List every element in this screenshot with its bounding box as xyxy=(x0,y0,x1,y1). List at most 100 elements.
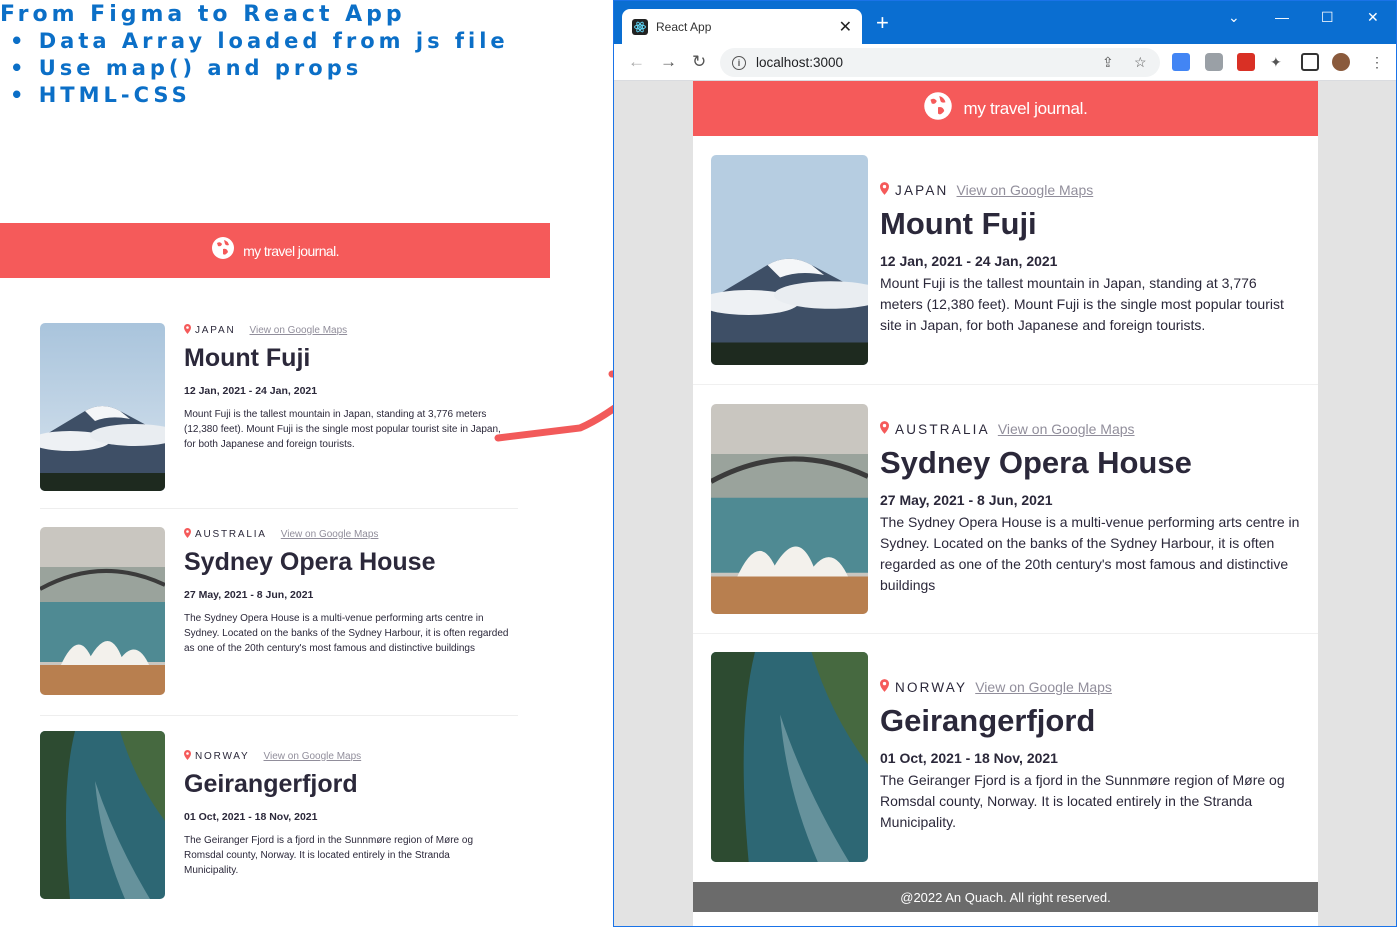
brand-name: my travel journal. xyxy=(963,98,1088,118)
camera-extension-icon[interactable] xyxy=(1205,53,1223,71)
menu-icon[interactable]: ⋮ xyxy=(1370,54,1384,71)
google-maps-link[interactable]: View on Google Maps xyxy=(250,325,348,336)
back-icon[interactable]: ← xyxy=(628,52,645,72)
trip-location: JAPAN View on Google Maps xyxy=(880,181,1310,199)
geirangerfjord-photo xyxy=(711,652,868,862)
translate-extension-icon[interactable] xyxy=(1172,53,1190,71)
forward-icon[interactable]: → xyxy=(660,52,677,72)
tab-react-app[interactable]: React App ✕ xyxy=(622,9,862,44)
trip-info: NORWAY View on Google Maps Geirangerfjor… xyxy=(184,731,518,878)
google-maps-link[interactable]: View on Google Maps xyxy=(998,421,1135,437)
sydney-opera-house-photo xyxy=(40,527,165,695)
google-maps-link[interactable]: View on Google Maps xyxy=(281,529,379,540)
trip-description: Mount Fuji is the tallest mountain in Ja… xyxy=(184,409,501,450)
trip-location: AUSTRALIA View on Google Maps xyxy=(184,527,518,541)
geirangerfjord-photo xyxy=(40,731,165,899)
bookmark-star-icon[interactable]: ☆ xyxy=(1134,54,1147,71)
trip-country: NORWAY xyxy=(195,750,250,762)
extension-icon[interactable] xyxy=(1237,53,1255,71)
divider xyxy=(693,633,1318,634)
trip-country: AUSTRALIA xyxy=(195,528,267,540)
figma-card-sydney: AUSTRALIA View on Google Maps Sydney Ope… xyxy=(40,527,518,695)
trip-title: Mount Fuji xyxy=(184,344,311,372)
annotation-bullet: • Data Array loaded from js file xyxy=(10,29,509,53)
trip-dates: 01 Oct, 2021 - 18 Nov, 2021 xyxy=(184,811,318,823)
trip-dates: 01 Oct, 2021 - 18 Nov, 2021 xyxy=(880,750,1058,766)
figma-card-geirangerfjord: NORWAY View on Google Maps Geirangerfjor… xyxy=(40,731,518,899)
divider xyxy=(40,508,518,509)
mount-fuji-photo xyxy=(711,155,868,365)
trip-location: AUSTRALIA View on Google Maps xyxy=(880,420,1310,438)
close-window-button[interactable]: ✕ xyxy=(1367,9,1379,26)
trip-info: AUSTRALIA View on Google Maps Sydney Ope… xyxy=(880,420,1310,596)
map-pin-icon xyxy=(184,527,191,541)
trip-dates: 27 May, 2021 - 8 Jun, 2021 xyxy=(880,492,1053,508)
divider xyxy=(40,715,518,716)
share-icon[interactable]: ⇪ xyxy=(1102,54,1114,71)
trip-country: NORWAY xyxy=(895,679,968,695)
mount-fuji-photo xyxy=(40,323,165,491)
trip-country: JAPAN xyxy=(895,182,949,198)
map-pin-icon xyxy=(184,323,191,337)
reload-icon[interactable]: ↻ xyxy=(692,52,706,72)
google-maps-link[interactable]: View on Google Maps xyxy=(975,679,1112,695)
divider xyxy=(693,384,1318,385)
annotation-title: From Figma to React App xyxy=(0,2,406,27)
app-page: my travel journal. JAPAN View on Google xyxy=(693,81,1318,926)
map-pin-icon xyxy=(880,421,889,437)
globe-icon xyxy=(211,236,235,265)
trip-info: AUSTRALIA View on Google Maps Sydney Ope… xyxy=(184,527,518,656)
trip-info: NORWAY View on Google Maps Geirangerfjor… xyxy=(880,678,1310,833)
map-pin-icon xyxy=(880,182,889,198)
google-maps-link[interactable]: View on Google Maps xyxy=(264,751,362,762)
trip-title: Geirangerfjord xyxy=(184,770,358,798)
trip-info: JAPAN View on Google Maps Mount Fuji 12 … xyxy=(184,323,518,452)
minimize-button[interactable]: — xyxy=(1275,9,1289,25)
sydney-opera-house-photo xyxy=(711,404,868,614)
trip-dates: 27 May, 2021 - 8 Jun, 2021 xyxy=(184,589,314,601)
trip-location: NORWAY View on Google Maps xyxy=(184,749,518,763)
trip-title: Sydney Opera House xyxy=(880,445,1192,480)
trip-card-sydney: AUSTRALIA View on Google Maps Sydney Ope… xyxy=(711,404,1301,614)
footer: @2022 An Quach. All right reserved. xyxy=(693,882,1318,912)
trip-location: NORWAY View on Google Maps xyxy=(880,678,1310,696)
trip-card-geirangerfjord: NORWAY View on Google Maps Geirangerfjor… xyxy=(711,652,1301,862)
address-bar[interactable]: i localhost:3000 xyxy=(720,48,1160,77)
puzzle-icon[interactable]: ✦ xyxy=(1270,54,1282,71)
trip-dates: 12 Jan, 2021 - 24 Jan, 2021 xyxy=(184,385,318,397)
site-info-icon[interactable]: i xyxy=(732,55,746,70)
maximize-button[interactable]: ☐ xyxy=(1321,9,1334,26)
tab-bar: React App ✕ + ⌄ — ☐ ✕ xyxy=(614,1,1396,44)
trip-dates: 12 Jan, 2021 - 24 Jan, 2021 xyxy=(880,253,1058,269)
trip-description: The Geiranger Fjord is a fjord in the Su… xyxy=(880,772,1285,830)
globe-icon xyxy=(923,91,953,126)
trip-title: Mount Fuji xyxy=(880,206,1037,241)
trip-location: JAPAN View on Google Maps xyxy=(184,323,518,337)
google-maps-link[interactable]: View on Google Maps xyxy=(957,182,1094,198)
map-pin-icon xyxy=(184,749,191,763)
brand-name: my travel journal. xyxy=(243,242,339,259)
figma-card-mount-fuji: JAPAN View on Google Maps Mount Fuji 12 … xyxy=(40,323,518,491)
tab-title: React App xyxy=(656,19,712,34)
url-text: localhost:3000 xyxy=(756,55,844,70)
tab-search-icon[interactable]: ⌄ xyxy=(1228,9,1240,26)
trip-card-mount-fuji: JAPAN View on Google Maps Mount Fuji 12 … xyxy=(711,155,1301,365)
trip-description: Mount Fuji is the tallest mountain in Ja… xyxy=(880,275,1284,333)
map-pin-icon xyxy=(880,679,889,695)
close-tab-icon[interactable]: ✕ xyxy=(839,17,852,37)
side-panel-icon[interactable] xyxy=(1301,53,1319,71)
trip-info: JAPAN View on Google Maps Mount Fuji 12 … xyxy=(880,181,1310,336)
trip-title: Geirangerfjord xyxy=(880,703,1096,738)
annotation-bullet: • HTML-CSS xyxy=(10,83,191,107)
browser-toolbar: ← → ↻ i localhost:3000 ⇪ ☆ ✦ ⋮ xyxy=(614,44,1396,81)
trip-title: Sydney Opera House xyxy=(184,548,436,576)
new-tab-button[interactable]: + xyxy=(876,12,889,34)
trip-country: AUSTRALIA xyxy=(895,421,990,437)
trip-country: JAPAN xyxy=(195,324,236,336)
browser-window: React App ✕ + ⌄ — ☐ ✕ ← → ↻ i localhost:… xyxy=(613,0,1397,927)
avatar[interactable] xyxy=(1332,53,1350,71)
trip-description: The Geiranger Fjord is a fjord in the Su… xyxy=(184,835,474,876)
app-header: my travel journal. xyxy=(693,81,1318,136)
annotation-bullet: • Use map() and props xyxy=(10,56,363,80)
trip-description: The Sydney Opera House is a multi-venue … xyxy=(184,613,509,654)
